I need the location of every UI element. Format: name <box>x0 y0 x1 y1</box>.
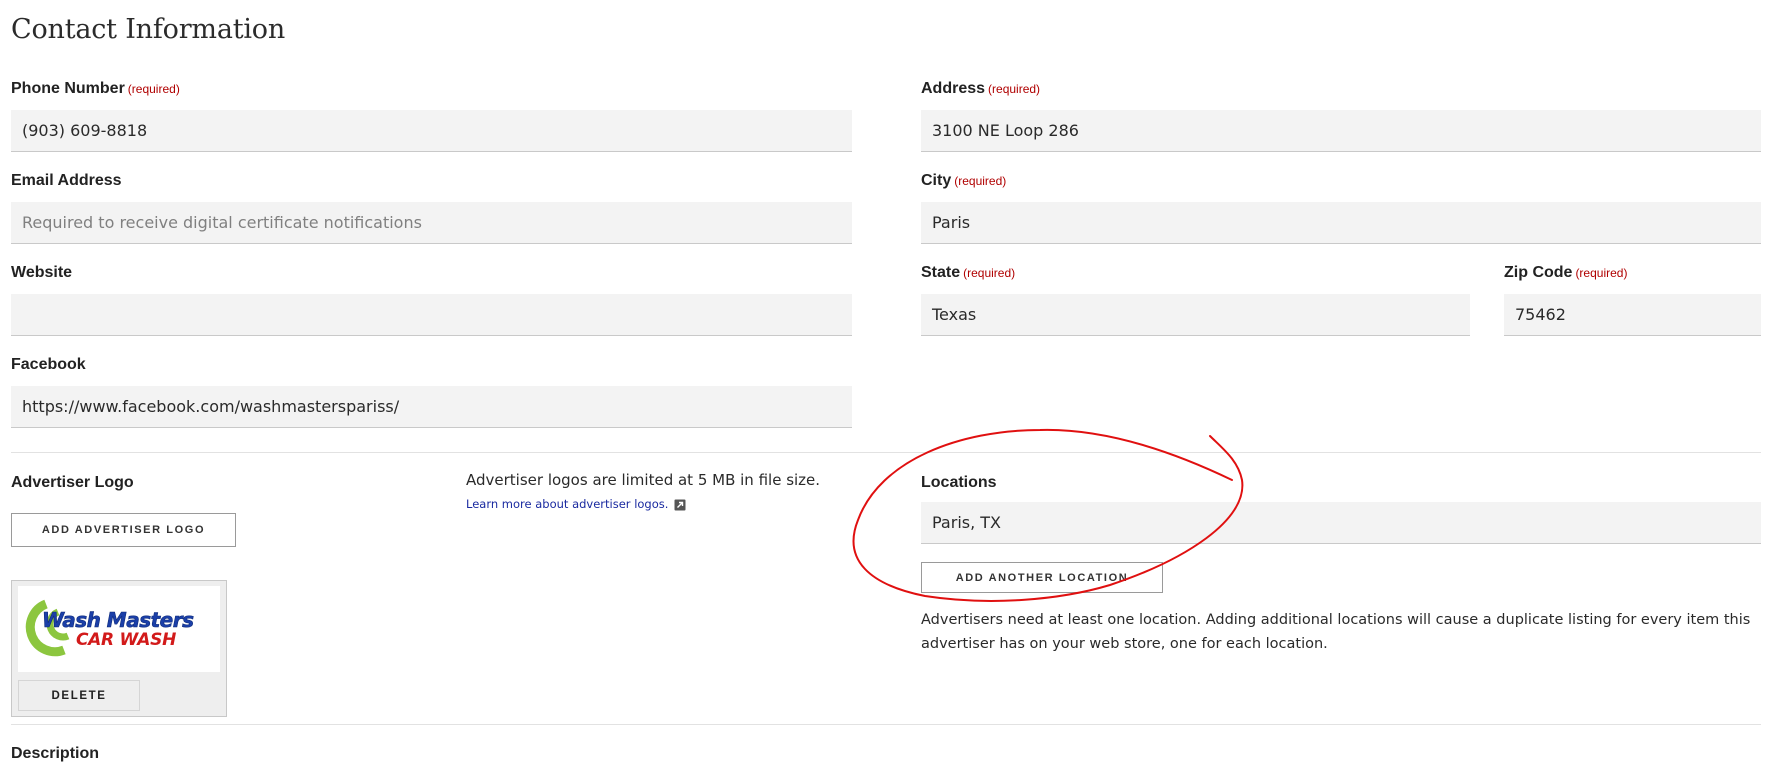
phone-field[interactable]: (903) 609-8818 <box>11 110 852 152</box>
website-field[interactable] <box>11 294 852 336</box>
section-divider <box>11 724 1761 725</box>
section-divider <box>11 452 1761 453</box>
external-link-icon <box>674 498 686 511</box>
logo-text-car-wash: CAR WASH <box>76 630 177 650</box>
locations-label: Locations <box>921 474 997 491</box>
learn-more-logos-link[interactable]: Learn more about advertiser logos. <box>466 497 668 511</box>
address-field[interactable]: 3100 NE Loop 286 <box>921 110 1761 152</box>
delete-logo-button[interactable]: DELETE <box>18 680 140 711</box>
logo-size-note: Advertiser logos are limited at 5 MB in … <box>466 471 821 489</box>
location-field[interactable]: Paris, TX <box>921 502 1761 544</box>
required-marker: (required) <box>127 82 180 96</box>
logo-text-wash-masters: Wash Masters <box>42 608 195 633</box>
description-label: Description <box>11 745 100 762</box>
advertiser-logo-label: Advertiser Logo <box>11 474 134 491</box>
phone-label: Phone Number (required) <box>11 80 180 97</box>
required-marker: (required) <box>1575 266 1628 280</box>
state-field[interactable]: Texas <box>921 294 1470 336</box>
facebook-label: Facebook <box>11 356 86 373</box>
logo-preview-card: Wash Masters CAR WASH DELETE <box>11 580 227 717</box>
page-title: Contact Information <box>11 14 286 45</box>
website-label: Website <box>11 264 73 281</box>
email-field[interactable]: Required to receive digital certificate … <box>11 202 852 244</box>
zip-field[interactable]: 75462 <box>1504 294 1761 336</box>
required-marker: (required) <box>988 82 1041 96</box>
city-field[interactable]: Paris <box>921 202 1761 244</box>
add-another-location-button[interactable]: ADD ANOTHER LOCATION <box>921 562 1163 593</box>
add-advertiser-logo-button[interactable]: ADD ADVERTISER LOGO <box>11 513 236 547</box>
required-marker: (required) <box>954 174 1007 188</box>
advertiser-logo-image: Wash Masters CAR WASH <box>18 586 220 672</box>
address-label: Address (required) <box>921 80 1041 97</box>
facebook-field[interactable]: https://www.facebook.com/washmasterspari… <box>11 386 852 428</box>
state-label: State (required) <box>921 264 1016 281</box>
zip-label: Zip Code (required) <box>1504 264 1628 281</box>
city-label: City (required) <box>921 172 1007 189</box>
email-label: Email Address <box>11 172 122 189</box>
required-marker: (required) <box>963 266 1016 280</box>
locations-help-text: Advertisers need at least one location. … <box>921 612 1751 652</box>
